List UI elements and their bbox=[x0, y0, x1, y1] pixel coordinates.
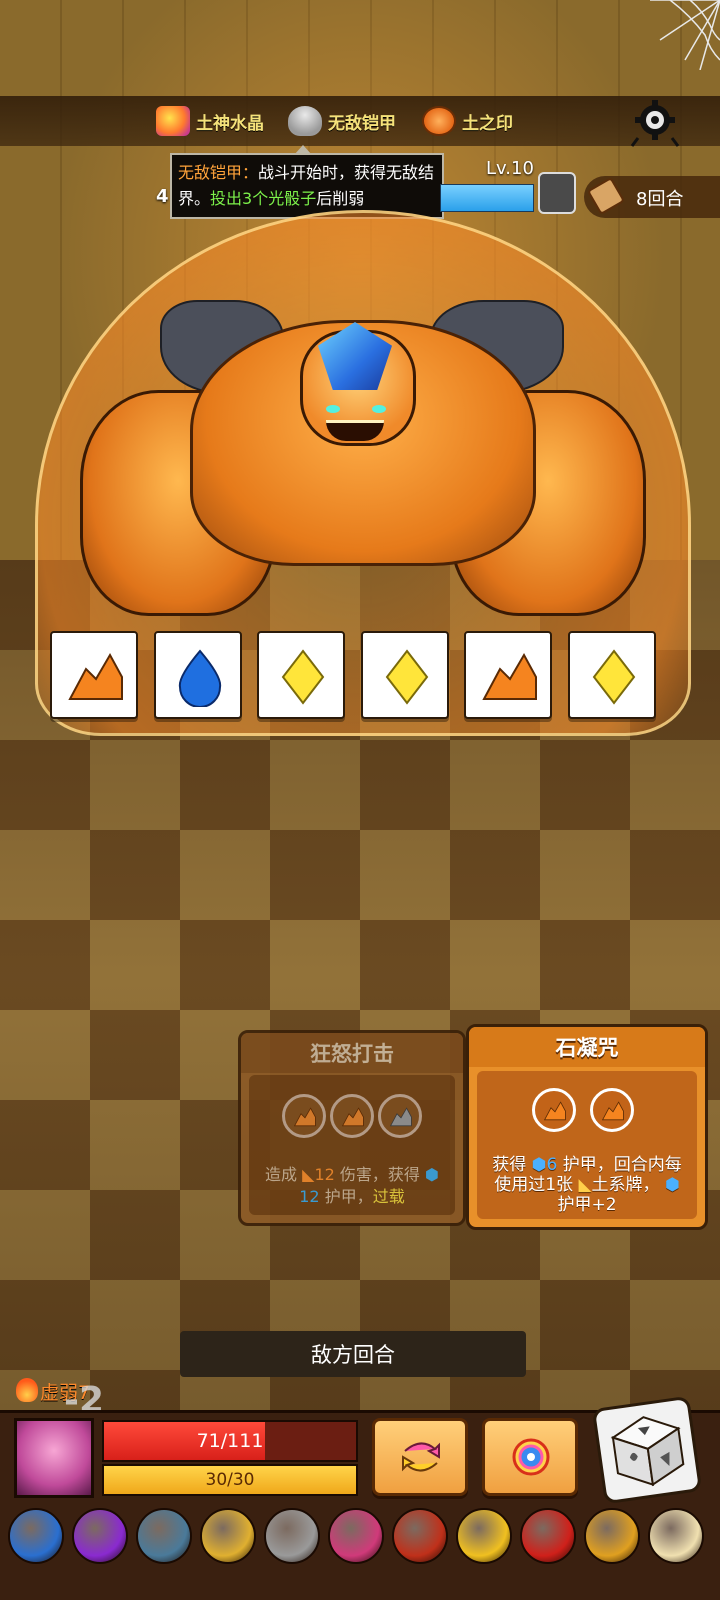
card-description: 造成 ◣12 伤害，获得 ⬢ 12 护甲，过载 bbox=[240, 1164, 464, 1208]
ring-icon[interactable] bbox=[392, 1508, 448, 1564]
vortex-button[interactable] bbox=[482, 1418, 578, 1496]
energy-text: 30/30 bbox=[205, 1470, 255, 1490]
fang-icon[interactable] bbox=[648, 1508, 704, 1564]
roll-dice-button[interactable] bbox=[591, 1395, 703, 1505]
desc-text: 造成 bbox=[265, 1165, 298, 1184]
enemy-turn-banner: 敌方回合 bbox=[180, 1331, 526, 1377]
light-die[interactable] bbox=[257, 631, 345, 719]
enemy-shield-bar bbox=[440, 184, 534, 212]
water-element-icon bbox=[178, 649, 221, 707]
card-description: 获得 ⬢6 护甲，回合内每 使用过1张 ◣土系牌， ⬢ 护甲+2 bbox=[468, 1155, 706, 1215]
card-title: 石凝咒 bbox=[469, 1027, 705, 1067]
cobweb-icon bbox=[650, 0, 720, 70]
enemy-hp-partial: 4 bbox=[156, 186, 169, 207]
desc-armor: 12 bbox=[299, 1187, 320, 1206]
heart-icon[interactable] bbox=[328, 1508, 384, 1564]
dice-slot-earth[interactable] bbox=[330, 1094, 374, 1138]
earth-die[interactable] bbox=[50, 631, 138, 719]
shield-icon: ⬢ bbox=[664, 1175, 680, 1195]
crescent-blade-icon[interactable] bbox=[8, 1508, 64, 1564]
scroll-icon bbox=[586, 176, 626, 216]
earth-crystal-icon bbox=[156, 106, 190, 136]
relic-tooltip: 无敌铠甲：战斗开始时，获得无敌结界。投出3个光骰子后削弱 bbox=[170, 145, 444, 219]
card-title: 狂怒打击 bbox=[241, 1033, 463, 1073]
light-element-icon bbox=[281, 649, 325, 705]
desc-text: 获得 bbox=[492, 1155, 527, 1175]
shield-icon: ⬢ bbox=[531, 1155, 547, 1175]
light-element-icon bbox=[592, 649, 635, 705]
earth-icon: ◣ bbox=[302, 1165, 315, 1184]
hp-text: 71/111 bbox=[196, 1430, 264, 1452]
crown-helm-icon[interactable] bbox=[200, 1508, 256, 1564]
golem-eye bbox=[372, 405, 386, 413]
tooltip-separator: ： bbox=[242, 163, 259, 182]
dice-slot-earth[interactable] bbox=[590, 1088, 634, 1132]
shield-icon: ⬢ bbox=[425, 1165, 439, 1184]
tooltip-title: 无敌铠甲 bbox=[178, 163, 243, 182]
earth-element-icon bbox=[601, 1101, 624, 1121]
light-die[interactable] bbox=[567, 631, 656, 719]
player-energy-bar: 30/30 bbox=[102, 1464, 358, 1496]
weak-status-icon bbox=[16, 1378, 38, 1402]
desc-damage: 12 bbox=[314, 1165, 335, 1184]
dice-slot-earth[interactable] bbox=[282, 1094, 326, 1138]
desc-text: 使用过1张 bbox=[494, 1175, 574, 1195]
earth-element-icon bbox=[341, 1107, 364, 1127]
axe-icon[interactable] bbox=[136, 1508, 192, 1564]
swap-button[interactable] bbox=[372, 1418, 468, 1496]
desc-text: 护甲， bbox=[324, 1187, 373, 1206]
vortex-icon bbox=[512, 1438, 550, 1476]
golden-cross-icon[interactable] bbox=[584, 1508, 640, 1564]
desc-armor: 6 bbox=[546, 1155, 558, 1175]
dice-slot-earth[interactable] bbox=[532, 1088, 576, 1132]
relic-label: 土之印 bbox=[462, 113, 513, 134]
earth-element-icon bbox=[543, 1101, 566, 1121]
light-element-icon bbox=[385, 649, 428, 705]
earth-die[interactable] bbox=[464, 631, 552, 719]
dice-slot-earth-gray[interactable] bbox=[378, 1094, 422, 1138]
coin-icon[interactable] bbox=[264, 1508, 320, 1564]
enemy-level: Lv.10 bbox=[486, 158, 534, 179]
gold-crown-icon[interactable] bbox=[456, 1508, 512, 1564]
dice-info-button[interactable] bbox=[538, 172, 576, 214]
earth-element-icon bbox=[482, 652, 537, 700]
tooltip-highlight: 投出3个光骰子 bbox=[210, 189, 317, 208]
relic-label: 无敌铠甲 bbox=[328, 113, 396, 134]
earth-seal-icon bbox=[422, 106, 456, 136]
relic-label: 土神水晶 bbox=[196, 113, 264, 134]
relic-invincible-armor[interactable]: 无敌铠甲 bbox=[288, 104, 396, 138]
desc-text: 护甲+2 bbox=[557, 1195, 617, 1215]
potion-icon[interactable] bbox=[72, 1508, 128, 1564]
player-hp-bar: 71/111 bbox=[102, 1420, 358, 1462]
dice-icon bbox=[610, 1416, 685, 1487]
red-dragon-icon[interactable] bbox=[520, 1508, 576, 1564]
settings-gear-icon[interactable] bbox=[630, 98, 680, 148]
game-screen: 土神水晶 无敌铠甲 土之印 无敌铠甲：战斗开始时，获得无敌结界。投出3个光骰子后… bbox=[0, 0, 720, 1600]
relic-earth-seal[interactable]: 土之印 bbox=[422, 104, 513, 138]
relic-earth-crystal[interactable]: 土神水晶 bbox=[156, 104, 264, 138]
desc-text: 护甲，回合内每 bbox=[562, 1155, 682, 1175]
turn-counter-label: 8回合 bbox=[636, 189, 684, 210]
earth-icon: ◣ bbox=[578, 1175, 592, 1195]
earth-element-icon bbox=[293, 1107, 316, 1127]
desc-keyword: 过载 bbox=[372, 1187, 405, 1206]
desc-text: 伤害，获得 bbox=[339, 1165, 420, 1184]
golem-eye bbox=[326, 405, 340, 413]
water-die[interactable] bbox=[153, 631, 242, 719]
player-portrait[interactable] bbox=[14, 1418, 94, 1498]
swap-arrows-icon bbox=[402, 1442, 440, 1472]
turn-counter: 8回合 bbox=[584, 176, 720, 218]
earth-gray-element-icon bbox=[389, 1107, 412, 1127]
earth-element-icon bbox=[68, 652, 123, 700]
light-die[interactable] bbox=[360, 631, 449, 719]
invincible-armor-icon bbox=[288, 106, 322, 136]
tooltip-text-end: 后削弱 bbox=[316, 189, 365, 208]
desc-text: 土系牌， bbox=[591, 1175, 660, 1195]
